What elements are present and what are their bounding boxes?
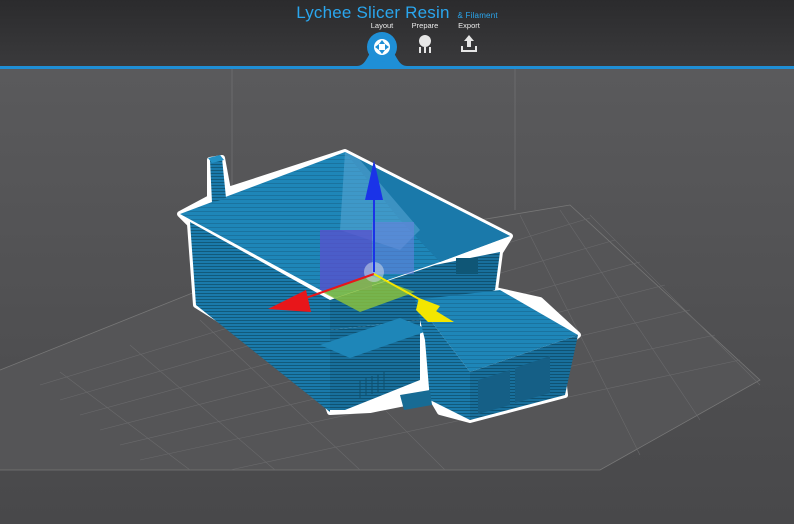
tab-prepare-label: Prepare <box>411 21 439 30</box>
move-arrows-icon <box>367 32 397 62</box>
3d-viewport[interactable] <box>0 69 794 524</box>
tab-prepare[interactable]: Prepare <box>400 20 450 55</box>
tab-export[interactable]: Export <box>444 20 494 55</box>
supports-icon <box>419 35 431 53</box>
top-toolbar: Lychee Slicer Resin & Filament Layout Pr… <box>0 0 794 69</box>
app-subtitle: & Filament <box>457 11 498 20</box>
tab-export-label: Export <box>458 21 480 30</box>
export-icon <box>461 35 477 52</box>
